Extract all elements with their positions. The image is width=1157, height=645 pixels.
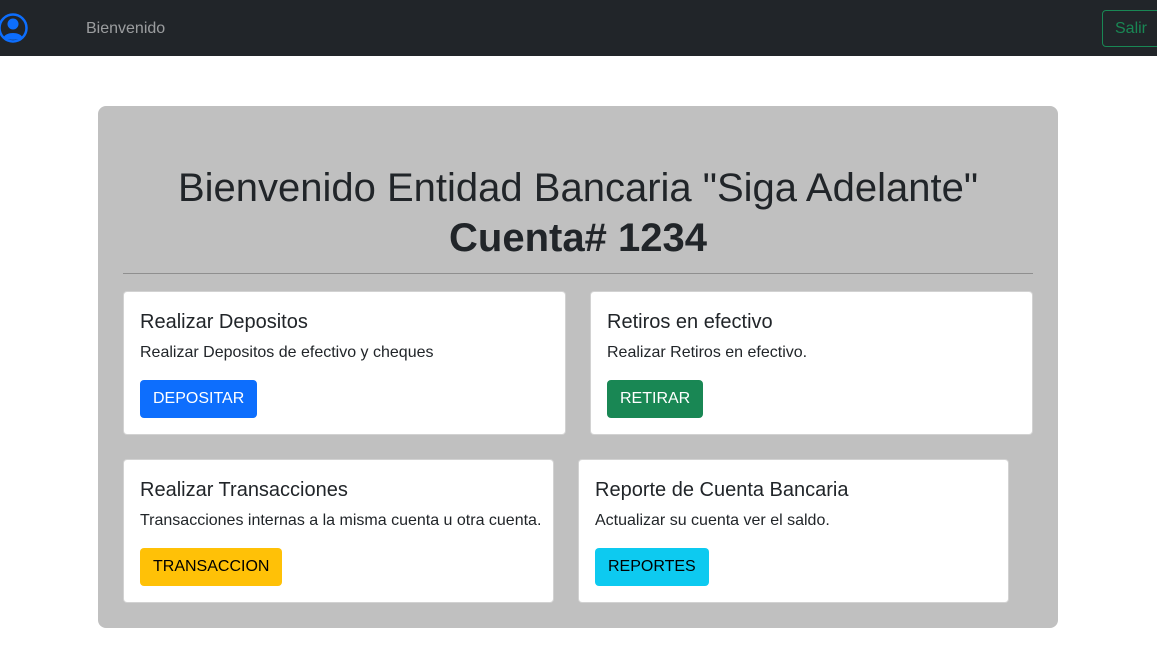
card-title: Realizar Transacciones <box>140 479 348 501</box>
welcome-panel: Bienvenido Entidad Bancaria "Siga Adelan… <box>98 106 1058 628</box>
card-text: Actualizar su cuenta ver el saldo. <box>595 512 830 529</box>
reports-button[interactable]: REPORTES <box>595 548 709 586</box>
deposit-button[interactable]: DEPOSITAR <box>140 380 258 418</box>
logout-button[interactable]: Salir <box>1102 10 1157 47</box>
user-circle-icon[interactable] <box>0 13 28 43</box>
card-title: Retiros en efectivo <box>607 311 773 333</box>
nav-link-bienvenido[interactable]: Bienvenido <box>86 20 165 38</box>
page-title: Bienvenido Entidad Bancaria "Siga Adelan… <box>177 166 979 210</box>
card-title: Realizar Depositos <box>140 311 308 333</box>
report-card: Reporte de Cuenta Bancaria Actualizar su… <box>578 459 1009 603</box>
top-navbar: Bienvenido Salir <box>0 0 1157 56</box>
account-number: Cuenta# 1234 <box>449 216 707 260</box>
divider <box>123 273 1033 274</box>
transaction-button[interactable]: TRANSACCION <box>140 548 283 586</box>
withdraw-card: Retiros en efectivo Realizar Retiros en … <box>590 291 1033 435</box>
card-text: Transacciones internas a la misma cuenta… <box>140 512 542 529</box>
card-text: Realizar Retiros en efectivo. <box>607 344 808 361</box>
withdraw-button[interactable]: RETIRAR <box>607 380 704 418</box>
transaction-card: Realizar Transacciones Transacciones int… <box>123 459 554 603</box>
card-text: Realizar Depositos de efectivo y cheques <box>140 344 434 361</box>
deposit-card: Realizar Depositos Realizar Depositos de… <box>123 291 566 435</box>
card-title: Reporte de Cuenta Bancaria <box>595 479 849 501</box>
